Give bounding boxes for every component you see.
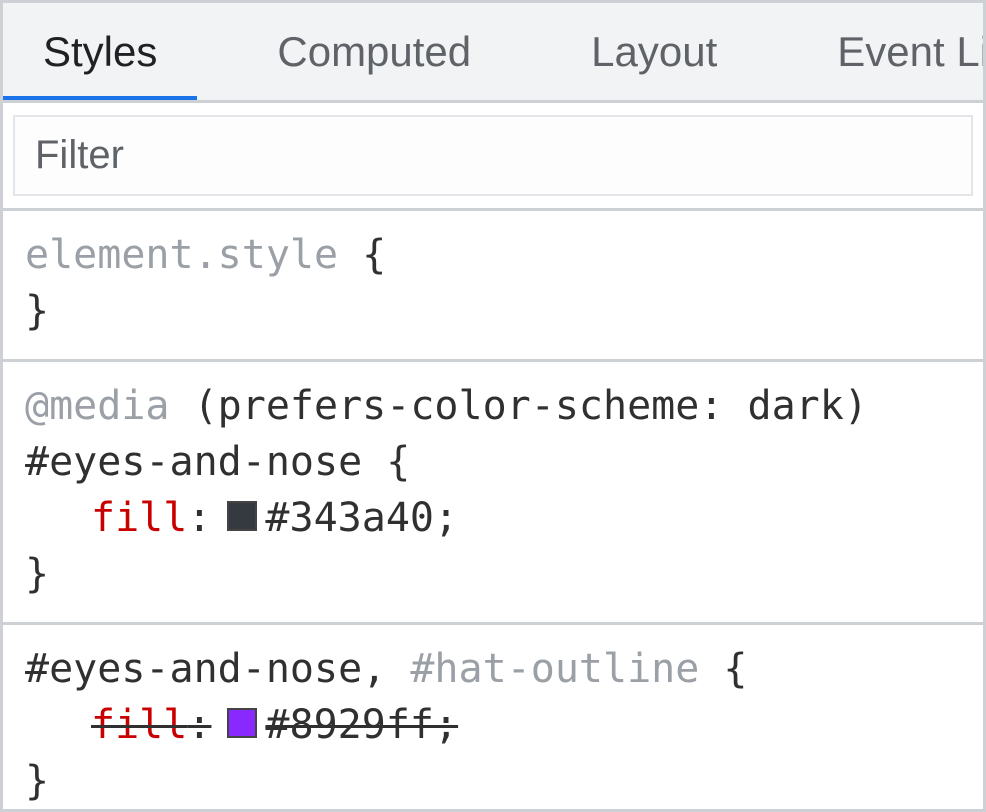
tab-layout[interactable]: Layout	[551, 3, 757, 100]
property-name[interactable]: fill	[91, 490, 187, 546]
semicolon: ;	[434, 490, 458, 546]
rule-block[interactable]: #eyes-and-nose, #hat-outline { fill: #89…	[3, 625, 983, 809]
colon: :	[187, 490, 211, 546]
declaration[interactable]: fill: #343a40;	[25, 490, 961, 546]
tab-event-listeners[interactable]: Event Listeners	[797, 3, 983, 100]
tab-styles[interactable]: Styles	[3, 3, 197, 100]
selector-separator: ,	[362, 646, 410, 692]
filter-row	[3, 103, 983, 211]
open-brace: {	[338, 232, 386, 278]
color-swatch-icon[interactable]	[227, 501, 257, 531]
rule-selector-line: element.style {	[25, 227, 961, 283]
close-brace: }	[25, 546, 961, 602]
tab-label: Styles	[43, 28, 157, 76]
tab-computed[interactable]: Computed	[237, 3, 511, 100]
semicolon: ;	[434, 697, 458, 753]
media-query-line: @media (prefers-color-scheme: dark)	[25, 378, 961, 434]
rule-selector-part[interactable]: #hat-outline	[410, 646, 699, 692]
filter-input[interactable]	[13, 115, 973, 196]
rules-list: element.style { } @media (prefers-color-…	[3, 211, 983, 809]
tab-label: Layout	[591, 28, 717, 76]
tab-bar: Styles Computed Layout Event Listeners	[3, 3, 983, 103]
open-brace: {	[699, 646, 747, 692]
rule-block[interactable]: @media (prefers-color-scheme: dark) #eye…	[3, 362, 983, 625]
close-brace: }	[25, 753, 961, 809]
declaration[interactable]: fill: #8929ff;	[25, 697, 961, 753]
rule-selector-line: #eyes-and-nose {	[25, 434, 961, 490]
property-value[interactable]: #343a40	[265, 490, 434, 546]
rule-selector-line: #eyes-and-nose, #hat-outline {	[25, 641, 961, 697]
at-rule-keyword[interactable]: @media	[25, 383, 170, 429]
styles-panel: Styles Computed Layout Event Listeners e…	[0, 0, 986, 812]
close-brace: }	[25, 283, 961, 339]
open-brace: {	[362, 439, 410, 485]
overridden-declaration: fill: #8929ff;	[91, 697, 458, 753]
tab-label: Computed	[277, 28, 471, 76]
rule-selector[interactable]: element.style	[25, 232, 338, 278]
property-value[interactable]: #8929ff	[265, 697, 434, 753]
media-condition[interactable]: (prefers-color-scheme: dark)	[194, 383, 868, 429]
rule-block[interactable]: element.style { }	[3, 211, 983, 362]
property-name[interactable]: fill	[91, 697, 187, 753]
rule-selector[interactable]: #eyes-and-nose	[25, 439, 362, 485]
tab-label: Event Listeners	[837, 28, 983, 76]
rule-selector-part[interactable]: #eyes-and-nose	[25, 646, 362, 692]
color-swatch-icon[interactable]	[227, 708, 257, 738]
colon: :	[187, 697, 211, 753]
